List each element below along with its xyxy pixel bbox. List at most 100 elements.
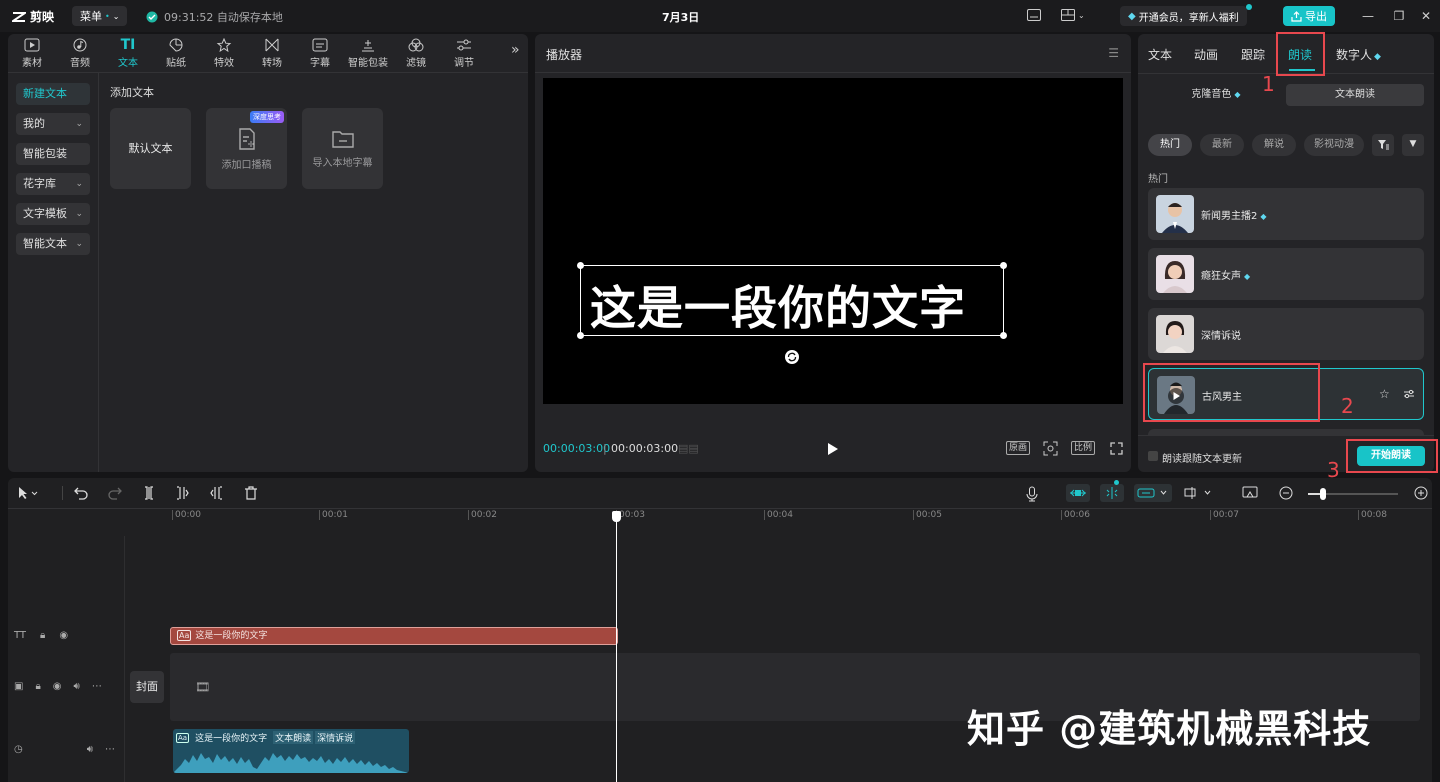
chip-film-anime[interactable]: 影视动漫 [1304, 134, 1364, 156]
notification-dot [1114, 480, 1119, 485]
subtab-text-read[interactable]: 文本朗读 [1286, 84, 1424, 106]
lock-icon[interactable]: 🔒︎ [40, 630, 45, 641]
resize-handle[interactable] [1000, 262, 1007, 269]
player-menu-icon[interactable]: ☰ [1108, 46, 1119, 60]
redo-icon[interactable] [108, 486, 122, 500]
tool-adjust[interactable]: 调节 [442, 38, 486, 70]
text-clip[interactable]: Aa 这是一段你的文字 [170, 627, 618, 645]
sidebar-item-fancy-text[interactable]: 花字库 ⌄ [16, 173, 90, 195]
chip-new[interactable]: 最新 [1200, 134, 1244, 156]
fullscreen-icon[interactable] [1110, 442, 1123, 455]
ratio-button[interactable]: 比例 [1071, 441, 1096, 455]
layout-icon[interactable]: ⌄ [1061, 9, 1085, 21]
sidebar-item-mine[interactable]: 我的 ⌄ [16, 113, 90, 135]
voice-item[interactable]: 瘾狂女声 ◆ [1148, 248, 1424, 300]
text-sidebar: 新建文本 我的 ⌄ 智能包装 花字库 ⌄ 文字模板 ⌄ 智能文本 ⌄ [8, 73, 99, 472]
sidebar-item-label: 新建文本 [23, 87, 67, 100]
sidebar-item-smart-pack[interactable]: 智能包装 [16, 143, 90, 165]
more-icon[interactable]: ⋯ [92, 681, 102, 692]
chip-commentary[interactable]: 解说 [1252, 134, 1296, 156]
tool-subtitle[interactable]: 字幕 [298, 38, 342, 70]
split-icon[interactable] [142, 486, 156, 500]
default-text-card[interactable]: 默认文本 [110, 108, 191, 189]
sidebar-item-smart-text[interactable]: 智能文本 ⌄ [16, 233, 90, 255]
zoom-out-icon[interactable] [1279, 486, 1293, 500]
voice-item[interactable]: 新闻男主播2 ◆ [1148, 188, 1424, 240]
follow-update-checkbox[interactable] [1148, 451, 1158, 461]
tool-smart-pack[interactable]: 智能包装 [346, 38, 390, 70]
tab-digital-human[interactable]: 数字人 ◆ [1336, 46, 1381, 63]
audio-track-icon: ◷ [14, 744, 23, 755]
tool-filter[interactable]: 滤镜 [394, 38, 438, 70]
volume-icon[interactable]: 🔊︎ [87, 744, 93, 755]
tab-text[interactable]: 文本 [1148, 46, 1172, 63]
export-button[interactable]: 导出 [1283, 6, 1335, 26]
rotate-icon[interactable] [784, 349, 800, 365]
more-tools-icon[interactable]: » [511, 42, 520, 58]
zoom-slider-handle[interactable] [1320, 488, 1326, 500]
ruler-tick: 00:00 [172, 510, 201, 520]
shortcut-icon[interactable] [1027, 9, 1041, 21]
split-left-icon[interactable] [176, 486, 190, 500]
dropdown-icon[interactable]: ▼ [1402, 134, 1424, 156]
sidebar-item-label: 文字模板 [23, 207, 67, 220]
undo-icon[interactable] [74, 486, 88, 500]
tool-text[interactable]: TI 文本 [106, 38, 150, 70]
tool-effects[interactable]: 特效 [202, 38, 246, 70]
original-quality-button[interactable]: 原画 [1006, 441, 1031, 455]
preview-screen[interactable] [543, 78, 1123, 404]
resize-handle[interactable] [577, 332, 584, 339]
import-subtitle-card[interactable]: 导入本地字幕 [302, 108, 383, 189]
close-icon[interactable]: ✕ [1418, 8, 1434, 24]
minimize-icon[interactable]: — [1360, 8, 1376, 24]
favorite-star-icon[interactable]: ☆ [1379, 387, 1390, 401]
ruler-tick: 00:05 [913, 510, 942, 520]
sidebar-item-new-text[interactable]: 新建文本 [16, 83, 90, 105]
filter-sort-icon[interactable] [1372, 134, 1394, 156]
chip-hot[interactable]: 热门 [1148, 134, 1192, 156]
menu-button[interactable]: 菜单 • ⌄ [72, 6, 128, 26]
audio-clip[interactable]: Aa 这是一段你的文字 文本朗读 深情诉说 [173, 729, 409, 773]
vip-button[interactable]: ◆ 开通会员，享新人福利 [1120, 6, 1247, 26]
tool-audio[interactable]: 音频 [58, 38, 102, 70]
volume-icon[interactable]: 🔊︎ [74, 681, 80, 692]
resize-handle[interactable] [1000, 332, 1007, 339]
tool-media[interactable]: 素材 [10, 38, 54, 70]
add-script-card[interactable]: 深度思考 添加口播稿 [206, 108, 287, 189]
voice-settings-icon[interactable] [1403, 388, 1415, 400]
resize-handle[interactable] [577, 262, 584, 269]
tool-label: 调节 [454, 58, 474, 69]
voice-name-text: 新闻男主播2 [1201, 211, 1258, 222]
link-track-icon[interactable] [1134, 484, 1172, 502]
lock-icon[interactable]: 🔒︎ [35, 681, 40, 692]
vip-label: 开通会员，享新人福利 [1138, 12, 1239, 24]
zoom-fit-icon[interactable] [1242, 486, 1258, 500]
tab-tracking[interactable]: 跟踪 [1241, 46, 1265, 63]
select-tool-icon[interactable] [18, 486, 40, 500]
frame-grid-icon[interactable]: ▤▤ [678, 442, 699, 455]
toolbar-separator [62, 486, 63, 500]
diamond-icon: ◆ [1244, 272, 1251, 281]
time-ruler[interactable]: 00:00 00:01 00:02 00:03 00:04 00:05 00:0… [125, 510, 1432, 522]
preview-axis-icon[interactable] [1184, 486, 1214, 500]
sidebar-item-text-template[interactable]: 文字模板 ⌄ [16, 203, 90, 225]
smart-pack-icon [362, 40, 374, 52]
tool-sticker[interactable]: 贴纸 [154, 38, 198, 70]
eye-icon[interactable]: ◉ [59, 630, 68, 641]
split-right-icon[interactable] [209, 486, 223, 500]
cover-button[interactable]: 封面 [130, 671, 164, 703]
main-track-magnet-icon[interactable] [1066, 484, 1090, 502]
microphone-icon[interactable] [1026, 486, 1038, 502]
zoom-in-icon[interactable] [1414, 486, 1428, 500]
tab-animation[interactable]: 动画 [1194, 46, 1218, 63]
playhead[interactable] [616, 512, 617, 782]
voice-item[interactable]: 深情诉说 [1148, 308, 1424, 360]
tool-transition[interactable]: 转场 [250, 38, 294, 70]
restore-icon[interactable]: ❐ [1391, 8, 1407, 24]
play-icon[interactable] [827, 442, 839, 456]
delete-icon[interactable] [244, 486, 258, 500]
screenshot-icon[interactable] [1043, 441, 1058, 456]
auto-snap-icon[interactable] [1100, 484, 1124, 502]
eye-icon[interactable]: ◉ [53, 681, 62, 692]
more-icon[interactable]: ⋯ [105, 744, 115, 755]
